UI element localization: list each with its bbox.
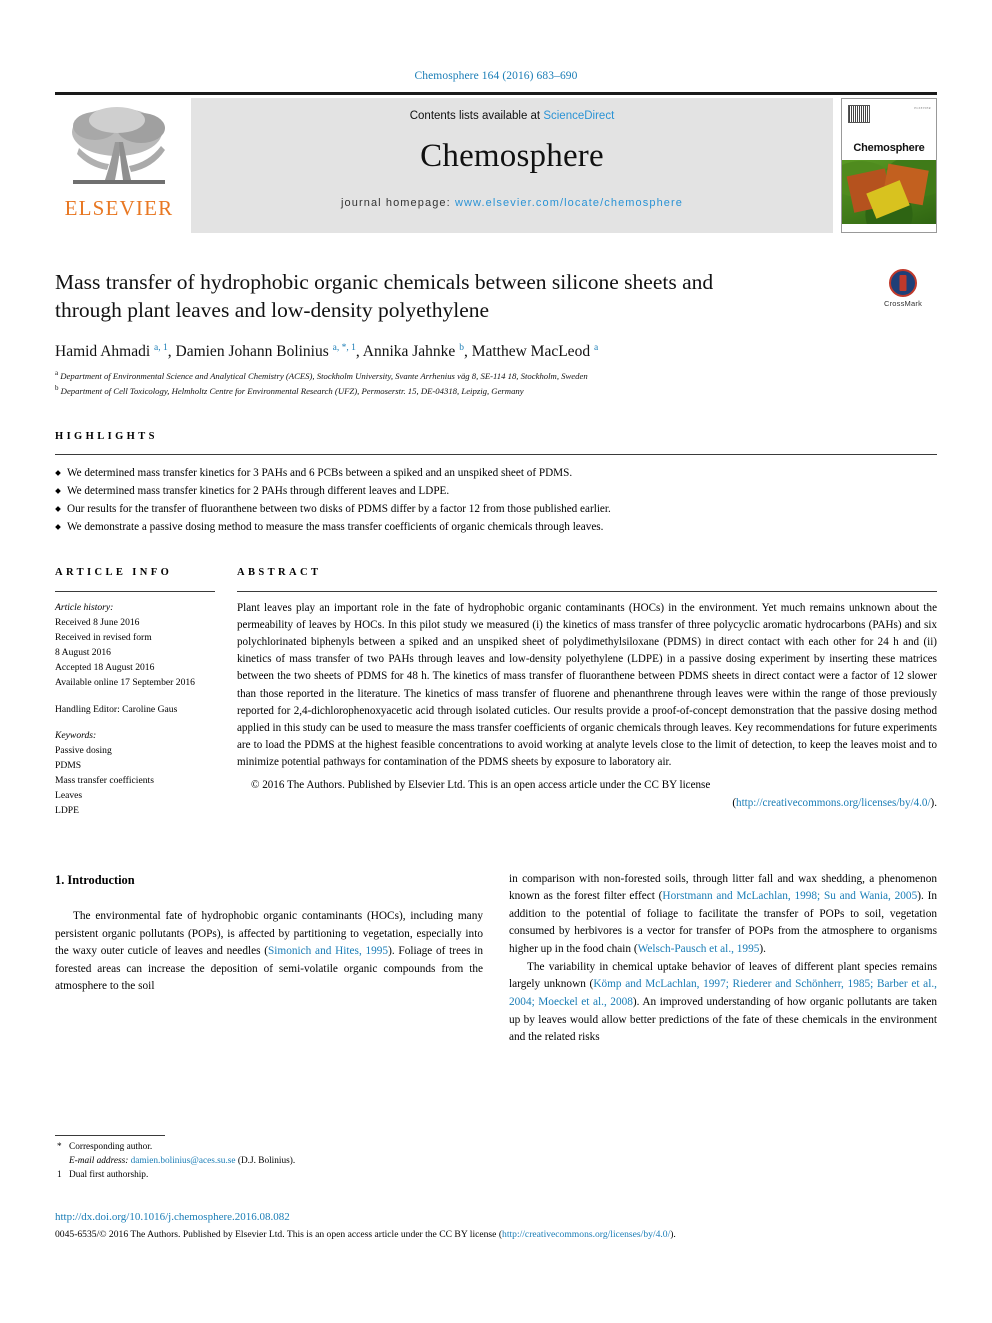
cover-journal-name: Chemosphere [853,142,925,155]
handling-editor: Handling Editor: Caroline Gaus [55,703,178,715]
journal-homepage-line: journal homepage: www.elsevier.com/locat… [341,197,683,209]
article-history-item: Received in revised form [55,631,152,643]
abstract-divider [237,590,937,592]
keyword-item: Passive dosing [55,744,112,756]
issn-suffix: ). [670,1228,676,1240]
author-list: Hamid Ahmadi a, 1, Damien Johann Boliniu… [55,342,599,361]
issn-prefix: 0045-6535/© 2016 The Authors. Published … [55,1228,503,1240]
affiliation-text: Department of Environmental Science and … [60,370,588,381]
footnote-text: Dual first authorship. [69,1169,149,1180]
homepage-prefix: journal homepage: [340,197,455,209]
contents-line: Contents lists available at ScienceDirec… [410,110,615,122]
body-columns: 1. Introduction The environmental fate o… [55,871,937,1047]
footnote-text: Corresponding author. [69,1142,153,1152]
affiliation-item: a Department of Environmental Science an… [55,368,937,383]
highlights-list: We determined mass transfer kinetics for… [55,464,937,537]
article-history-item: Available online 17 September 2016 [55,677,195,689]
email-link[interactable]: damien.bolinius@aces.su.se [131,1156,236,1166]
list-item: We demonstrate a passive dosing method t… [55,518,937,536]
title-block: CrossMark Mass transfer of hydrophobic o… [55,269,937,397]
crossmark-label: CrossMark [883,299,923,308]
journal-title: Chemosphere [420,138,604,174]
cover-publisher-text: ELSEVIER [914,106,931,110]
article-info-body: Article history: Received 8 June 2016 Re… [55,600,215,819]
abstract-copyright: © 2016 The Authors. Published by Elsevie… [237,777,937,811]
list-item: We determined mass transfer kinetics for… [55,464,937,482]
keyword-item: PDMS [55,760,82,771]
copyright-paren-close: ). [930,796,937,809]
body-column-right: in comparison with non-forested soils, t… [509,871,937,1047]
abstract-heading: ABSTRACT [237,566,322,578]
email-label: E-mail address: [69,1155,129,1166]
affiliation-text: Department of Cell Toxicology, Helmholtz… [60,385,524,396]
section-heading-introduction: 1. Introduction [55,872,135,887]
article-history-heading: Article history: [55,601,114,613]
cover-top: ELSEVIER Chemosphere [842,99,936,161]
crossmark-icon [889,269,917,297]
article-history-item: Received 8 June 2016 [55,616,140,628]
page-title: Mass transfer of hydrophobic organic che… [55,270,714,322]
elsevier-logo: ELSEVIER [55,98,183,233]
list-item: Our results for the transfer of fluorant… [55,500,937,518]
footnote-dual-authorship: 1 Dual first authorship. [55,1169,475,1183]
footnotes: * Corresponding author. E-mail address: … [55,1135,475,1183]
issn-copyright-line: 0045-6535/© 2016 The Authors. Published … [55,1228,937,1242]
cover-bottom [842,224,936,232]
article-info-heading: ARTICLE INFO [55,566,173,578]
keywords-heading: Keywords: [55,729,97,741]
cover-barcode-icon [848,105,870,123]
elsevier-wordmark: ELSEVIER [64,196,174,220]
highlights-section: HIGHLIGHTS We determined mass transfer k… [55,431,937,537]
affiliation-mark: b [55,383,59,392]
journal-masthead: ELSEVIER Contents lists available at Sci… [55,92,937,233]
email-suffix: (D.J. Bolinius). [237,1155,296,1166]
elsevier-tree-icon [72,107,165,184]
footnote-divider [55,1135,165,1136]
affiliation-list: a Department of Environmental Science an… [55,368,937,397]
cc-license-link-footer[interactable]: http://creativecommons.org/licenses/by/4… [502,1229,670,1240]
cc-license-link[interactable]: http://creativecommons.org/licenses/by/4… [736,797,931,809]
affiliation-mark: a [55,369,59,378]
copyright-text: © 2016 The Authors. Published by Elsevie… [251,779,711,792]
list-item: We determined mass transfer kinetics for… [55,482,937,500]
affiliation-item: b Department of Cell Toxicology, Helmhol… [55,383,937,398]
keyword-item: LDPE [55,805,79,817]
article-info-divider [55,590,215,592]
paragraph: The environmental fate of hydrophobic or… [55,909,484,993]
footnote-mark: 1 [57,1169,62,1180]
running-head: Chemosphere 164 (2016) 683–690 [414,70,578,82]
body-column-left: 1. Introduction The environmental fate o… [55,871,483,1047]
homepage-url-link[interactable]: www.elsevier.com/locate/chemosphere [455,197,683,209]
article-page: Chemosphere 164 (2016) 683–690 ELSEVIER [0,0,992,1323]
paragraph: in comparison with non-forested soils, t… [509,872,937,956]
contents-prefix: Contents lists available at [409,110,544,122]
keyword-item: Leaves [55,790,83,802]
crossmark-badge[interactable]: CrossMark [869,269,937,308]
doi-link[interactable]: http://dx.doi.org/10.1016/j.chemosphere.… [55,1209,937,1226]
footnote-mark: * [57,1142,62,1152]
footnote-email-line: E-mail address: damien.bolinius@aces.su.… [69,1155,475,1169]
highlights-divider [55,454,937,456]
abstract-body: Plant leaves play an important role in t… [237,601,937,769]
abstract-column: ABSTRACT Plant leaves play an important … [237,567,937,819]
sciencedirect-link[interactable]: ScienceDirect [543,110,614,122]
info-abstract-section: ARTICLE INFO Article history: Received 8… [55,567,937,819]
footnote-corresponding-author: * Corresponding author. E-mail address: … [55,1141,475,1169]
paragraph: The variability in chemical uptake behav… [509,960,937,1044]
journal-band: Contents lists available at ScienceDirec… [191,98,833,233]
article-history-item: Accepted 18 August 2016 [55,662,155,674]
bottom-matter: http://dx.doi.org/10.1016/j.chemosphere.… [55,1209,937,1242]
highlights-heading: HIGHLIGHTS [55,431,158,443]
keyword-item: Mass transfer coefficients [55,775,154,787]
journal-cover-thumbnail: ELSEVIER Chemosphere [841,98,937,233]
cover-artwork [842,160,936,224]
article-info-column: ARTICLE INFO Article history: Received 8… [55,567,237,819]
article-history-item: 8 August 2016 [55,647,111,659]
